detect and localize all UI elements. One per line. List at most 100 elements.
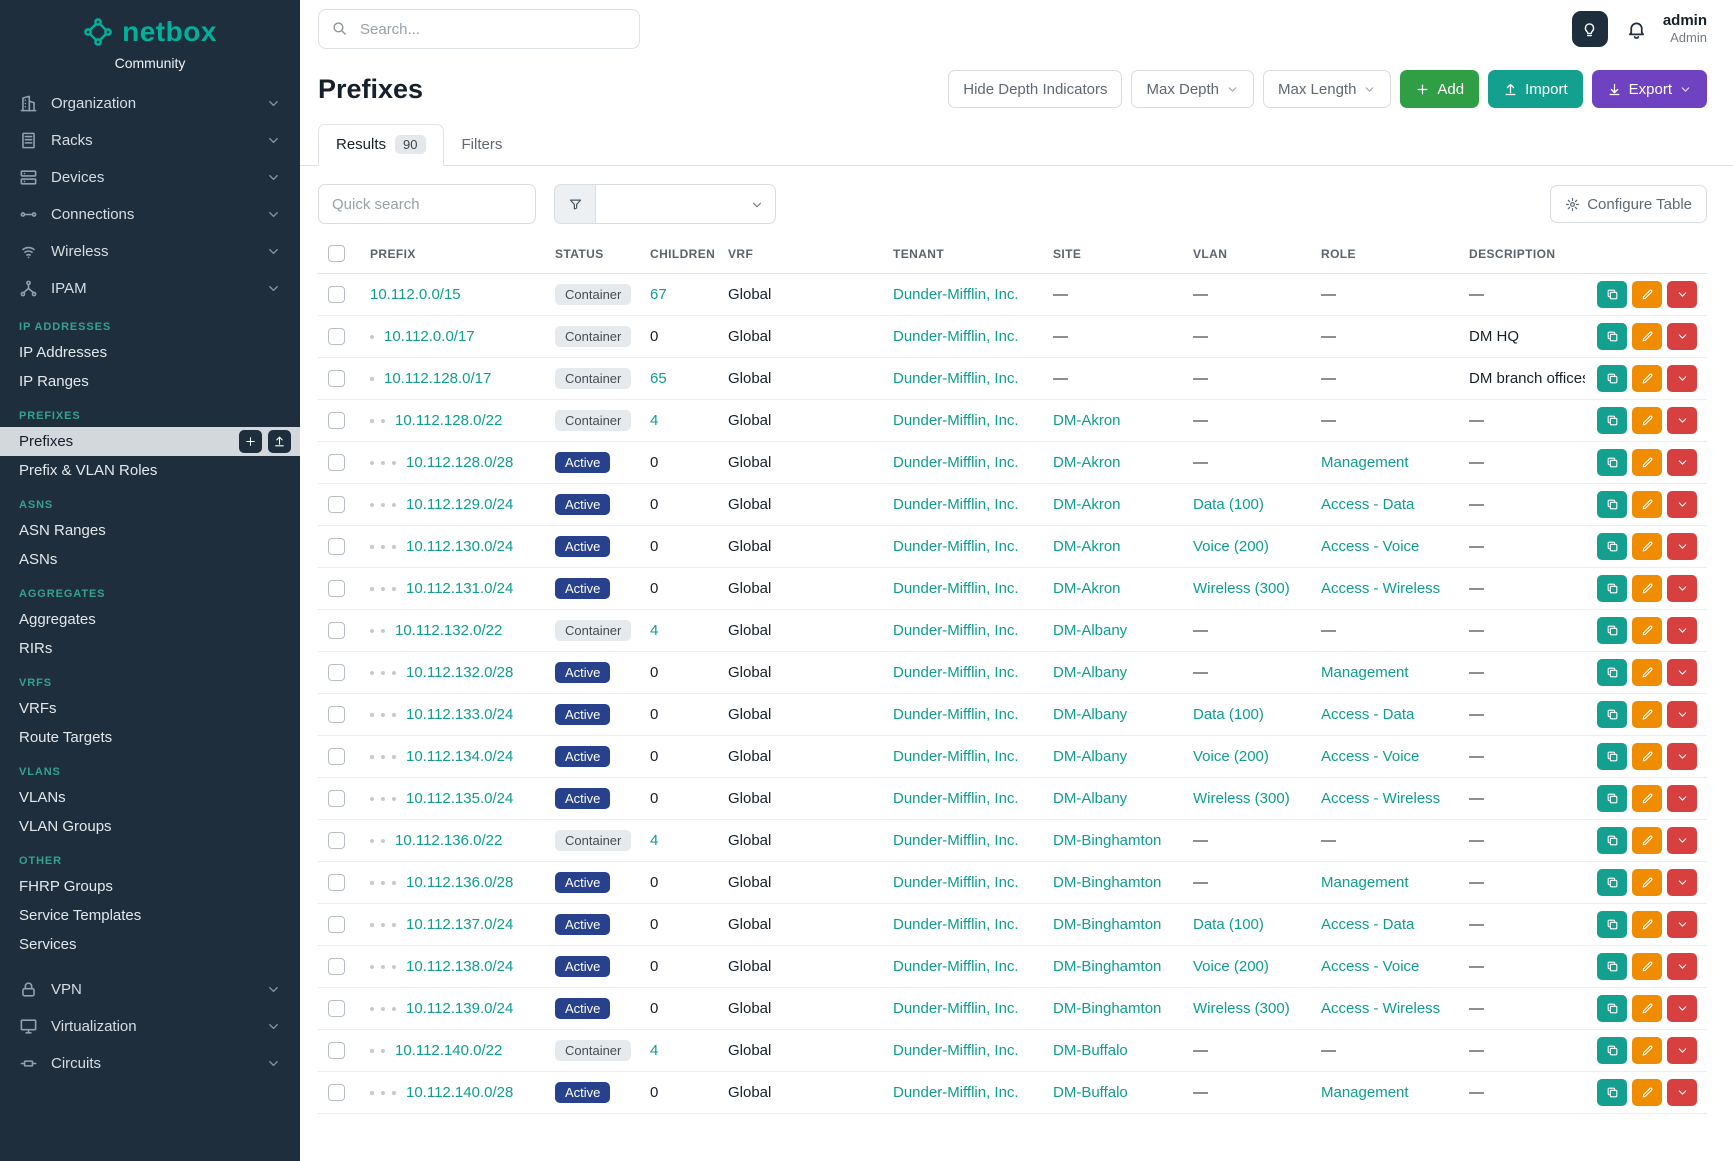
row-checkbox[interactable] xyxy=(328,622,345,639)
row-checkbox[interactable] xyxy=(328,1042,345,1059)
sidebar-item-ipam[interactable]: IPAM xyxy=(0,270,300,307)
tenant-link[interactable]: Dunder-Mifflin, Inc. xyxy=(893,832,1019,849)
children-link[interactable]: 4 xyxy=(650,1042,658,1059)
site-link[interactable]: DM-Albany xyxy=(1053,790,1127,807)
edit-button[interactable] xyxy=(1632,953,1662,980)
edit-button[interactable] xyxy=(1632,281,1662,308)
copy-button[interactable] xyxy=(1597,533,1627,560)
prefix-link[interactable]: 10.112.137.0/24 xyxy=(406,916,513,933)
sidebar-item-racks[interactable]: Racks xyxy=(0,122,300,159)
edit-button[interactable] xyxy=(1632,701,1662,728)
delete-dropdown-button[interactable] xyxy=(1667,827,1697,854)
tab-filters[interactable]: Filters xyxy=(444,124,521,166)
row-checkbox[interactable] xyxy=(328,706,345,723)
site-link[interactable]: DM-Binghamton xyxy=(1053,1000,1161,1017)
sidebar-item-aggregates[interactable]: Aggregates xyxy=(0,605,300,634)
tenant-link[interactable]: Dunder-Mifflin, Inc. xyxy=(893,412,1019,429)
quick-search-input[interactable] xyxy=(318,184,536,224)
edit-button[interactable] xyxy=(1632,785,1662,812)
delete-dropdown-button[interactable] xyxy=(1667,281,1697,308)
column-header-role[interactable]: ROLE xyxy=(1311,236,1459,274)
site-link[interactable]: DM-Buffalo xyxy=(1053,1084,1128,1101)
delete-dropdown-button[interactable] xyxy=(1667,575,1697,602)
edit-button[interactable] xyxy=(1632,1037,1662,1064)
delete-dropdown-button[interactable] xyxy=(1667,617,1697,644)
site-link[interactable]: DM-Albany xyxy=(1053,622,1127,639)
dark-mode-toggle-button[interactable] xyxy=(1572,11,1608,47)
sidebar-item-asn-ranges[interactable]: ASN Ranges xyxy=(0,516,300,545)
row-checkbox[interactable] xyxy=(328,874,345,891)
delete-dropdown-button[interactable] xyxy=(1667,701,1697,728)
prefix-link[interactable]: 10.112.129.0/24 xyxy=(406,496,513,513)
site-link[interactable]: DM-Binghamton xyxy=(1053,958,1161,975)
delete-dropdown-button[interactable] xyxy=(1667,533,1697,560)
copy-button[interactable] xyxy=(1597,449,1627,476)
prefix-link[interactable]: 10.112.0.0/15 xyxy=(370,286,461,303)
edit-button[interactable] xyxy=(1632,575,1662,602)
prefix-link[interactable]: 10.112.131.0/24 xyxy=(406,580,513,597)
copy-button[interactable] xyxy=(1597,323,1627,350)
column-header-vrf[interactable]: VRF xyxy=(718,236,883,274)
edit-button[interactable] xyxy=(1632,449,1662,476)
row-checkbox[interactable] xyxy=(328,454,345,471)
edit-button[interactable] xyxy=(1632,743,1662,770)
prefix-link[interactable]: 10.112.128.0/17 xyxy=(384,370,491,387)
tenant-link[interactable]: Dunder-Mifflin, Inc. xyxy=(893,958,1019,975)
sidebar-item-ip-ranges[interactable]: IP Ranges xyxy=(0,367,300,396)
tenant-link[interactable]: Dunder-Mifflin, Inc. xyxy=(893,580,1019,597)
column-header-description[interactable]: DESCRIPTION xyxy=(1459,236,1585,274)
edit-button[interactable] xyxy=(1632,533,1662,560)
sidebar-item-services[interactable]: Services xyxy=(0,930,300,959)
sidebar-item-prefixes[interactable]: Prefixes xyxy=(0,427,300,456)
prefix-link[interactable]: 10.112.140.0/22 xyxy=(395,1042,502,1059)
site-link[interactable]: DM-Albany xyxy=(1053,664,1127,681)
children-link[interactable]: 4 xyxy=(650,832,658,849)
copy-button[interactable] xyxy=(1597,659,1627,686)
tenant-link[interactable]: Dunder-Mifflin, Inc. xyxy=(893,748,1019,765)
copy-button[interactable] xyxy=(1597,491,1627,518)
tenant-link[interactable]: Dunder-Mifflin, Inc. xyxy=(893,706,1019,723)
row-checkbox[interactable] xyxy=(328,958,345,975)
delete-dropdown-button[interactable] xyxy=(1667,659,1697,686)
children-link[interactable]: 4 xyxy=(650,412,658,429)
prefix-link[interactable]: 10.112.132.0/28 xyxy=(406,664,513,681)
vlan-link[interactable]: Voice (200) xyxy=(1193,538,1269,555)
select-all-checkbox[interactable] xyxy=(328,245,345,262)
row-checkbox[interactable] xyxy=(328,496,345,513)
sidebar-item-vlan-groups[interactable]: VLAN Groups xyxy=(0,812,300,841)
edit-button[interactable] xyxy=(1632,407,1662,434)
saved-filter-select[interactable] xyxy=(596,184,776,224)
copy-button[interactable] xyxy=(1597,743,1627,770)
max-depth-dropdown[interactable]: Max Depth xyxy=(1131,70,1254,108)
row-checkbox[interactable] xyxy=(328,916,345,933)
edit-button[interactable] xyxy=(1632,869,1662,896)
edit-button[interactable] xyxy=(1632,659,1662,686)
tenant-link[interactable]: Dunder-Mifflin, Inc. xyxy=(893,496,1019,513)
edit-button[interactable] xyxy=(1632,365,1662,392)
vlan-link[interactable]: Wireless (300) xyxy=(1193,1000,1290,1017)
tenant-link[interactable]: Dunder-Mifflin, Inc. xyxy=(893,622,1019,639)
delete-dropdown-button[interactable] xyxy=(1667,323,1697,350)
prefix-link[interactable]: 10.112.135.0/24 xyxy=(406,790,513,807)
sidebar-item-devices[interactable]: Devices xyxy=(0,159,300,196)
edit-button[interactable] xyxy=(1632,995,1662,1022)
role-link[interactable]: Management xyxy=(1321,664,1409,681)
column-header-site[interactable]: SITE xyxy=(1043,236,1183,274)
prefix-link[interactable]: 10.112.130.0/24 xyxy=(406,538,513,555)
site-link[interactable]: DM-Albany xyxy=(1053,706,1127,723)
delete-dropdown-button[interactable] xyxy=(1667,911,1697,938)
children-link[interactable]: 65 xyxy=(650,370,667,387)
sidebar-item-vlans[interactable]: VLANs xyxy=(0,783,300,812)
sidebar-item-route-targets[interactable]: Route Targets xyxy=(0,723,300,752)
prefix-link[interactable]: 10.112.136.0/22 xyxy=(395,832,502,849)
site-link[interactable]: DM-Binghamton xyxy=(1053,832,1161,849)
column-header-status[interactable]: STATUS xyxy=(545,236,640,274)
delete-dropdown-button[interactable] xyxy=(1667,1037,1697,1064)
children-link[interactable]: 67 xyxy=(650,286,667,303)
delete-dropdown-button[interactable] xyxy=(1667,869,1697,896)
column-header-children[interactable]: CHILDREN xyxy=(640,236,718,274)
copy-button[interactable] xyxy=(1597,785,1627,812)
copy-button[interactable] xyxy=(1597,827,1627,854)
edit-button[interactable] xyxy=(1632,617,1662,644)
site-link[interactable]: DM-Akron xyxy=(1053,454,1121,471)
